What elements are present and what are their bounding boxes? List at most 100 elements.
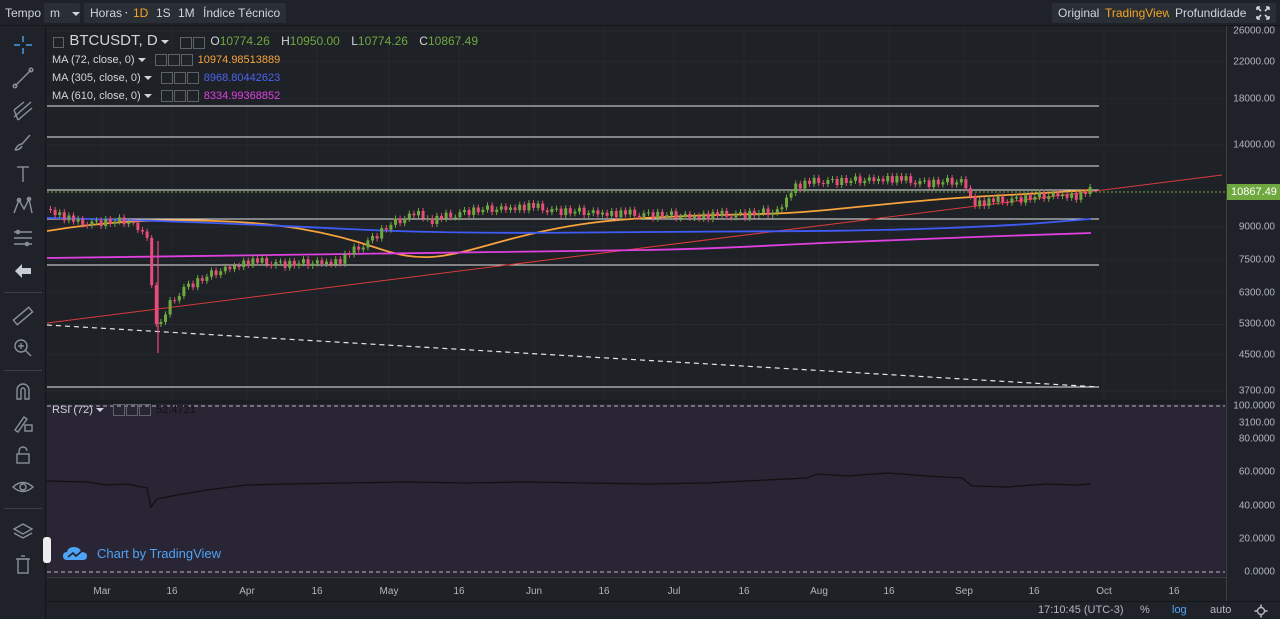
chevron-down-icon [72,11,80,16]
time-label: Tempo [5,6,42,20]
log-toggle[interactable]: log [1172,604,1187,616]
settings-icons[interactable] [180,34,206,50]
ma305-settings-icons[interactable] [160,70,200,86]
interval-select[interactable]: m [44,3,80,23]
candle-body [366,240,370,248]
trendline-icon[interactable] [10,66,36,90]
back-arrow-icon[interactable] [10,259,36,283]
candle-body [118,217,121,222]
price-tick: 3100.00 [1238,417,1275,429]
price-axis[interactable]: 32000.0026000.0022000.0018000.0014000.00… [1226,26,1280,601]
text-icon[interactable] [10,162,36,186]
candle-body [85,224,89,226]
candle-body [826,180,830,184]
pitchfork-icon[interactable] [10,98,36,122]
candle-body [693,215,696,218]
ohlc-high: H10950.00 [281,34,340,48]
candle-body [196,278,200,288]
candle-body [780,207,784,210]
candle-body [840,178,844,185]
eye-icon[interactable] [10,475,36,499]
candle-body [320,260,324,264]
chevron-down-icon[interactable] [160,39,169,44]
indicators-button[interactable]: Índice Técnico [197,3,287,23]
fullscreen-icon[interactable] [1250,3,1276,23]
candle-body [587,213,591,215]
zoom-in-icon[interactable] [10,335,36,359]
candle-body [1056,192,1060,197]
settings-icon[interactable] [1254,604,1268,619]
chart-area[interactable]: BTCUSDT, D O10774.26 H10950.00 L10774.26… [47,26,1273,601]
time-axis[interactable]: Mar 16 Apr 16 May 16 Jun 16 Jul 16 Aug 16 Sep 16 Oct 16 [47,577,1226,601]
time-tick: 16 [311,586,323,597]
candle-body [269,264,273,266]
candle-body [532,203,535,208]
ma610-settings-icons[interactable] [160,88,200,104]
chevron-down-icon[interactable] [137,58,146,63]
candle-body [637,215,641,218]
trash-icon[interactable] [10,552,36,576]
candle-body [564,208,568,216]
candle-body [785,197,788,208]
crosshair-icon[interactable] [10,33,36,57]
ohlc-close: C10867.49 [419,34,479,48]
status-bar: 17:10:45 (UTC-3) % log auto [47,601,1280,619]
candle-body [403,218,407,224]
fib-icon[interactable] [10,226,36,250]
rsi-settings-icons[interactable] [113,402,152,418]
candle-body [131,222,135,224]
time-tick: 16 [1168,586,1180,597]
ruler-icon[interactable] [10,304,36,328]
candle-body [154,285,158,324]
candle-body [223,266,227,272]
candle-body [113,221,117,224]
candle-body [518,204,522,211]
scroll-handle[interactable] [43,537,51,563]
price-tick: 4500.00 [1238,349,1275,361]
time-tick: Apr [239,586,255,597]
auto-toggle[interactable]: auto [1210,604,1231,616]
chevron-down-icon[interactable] [143,76,152,81]
lock-draw-icon[interactable] [10,411,36,435]
candle-body [867,177,871,181]
candle-body [283,261,287,268]
candle-body [389,224,393,230]
symbol-label: BTCUSDT, D [69,32,158,49]
candle-body [849,180,853,183]
ma72-settings-icons[interactable] [154,52,194,68]
rsi-line [47,472,1092,509]
percent-toggle[interactable]: % [1140,604,1150,616]
candle-body [992,198,995,202]
magnet-icon[interactable] [10,379,36,403]
candle-body [440,215,443,219]
candle-body [808,180,811,184]
price-pane[interactable]: BTCUSDT, D O10774.26 H10950.00 L10774.26… [47,26,1225,400]
candle-body [702,213,706,219]
ma72-legend: MA (72, close, 0) 10974.98513889 [52,52,280,68]
chevron-down-icon[interactable] [143,94,152,99]
rsi-legend: RSI (72) 52.4721 [52,402,196,418]
lock-icon[interactable] [10,443,36,467]
candle-body [476,207,480,213]
candle-body [996,196,1000,202]
view-depth-button[interactable]: Profundidade [1169,3,1253,23]
candle-body [463,210,466,213]
candle-body [1010,198,1014,203]
layers-icon[interactable] [10,520,36,544]
rsi-pane[interactable]: RSI (72) 52.4721 [47,404,1225,576]
rsi-tick: 100.0000 [1233,400,1275,412]
collapse-icon[interactable] [53,34,65,50]
candle-body [136,222,140,231]
candle-body [306,259,310,266]
candle-body [311,263,315,266]
chevron-down-icon[interactable] [95,408,104,413]
candle-body [725,210,729,217]
candle-body [900,176,903,181]
candle-body [932,179,936,187]
brush-icon[interactable] [10,130,36,154]
pattern-icon[interactable] [10,194,36,218]
view-tradingview-button[interactable]: TradingView [1099,3,1178,23]
candle-body [210,270,213,277]
view-original-button[interactable]: Original [1052,3,1106,23]
candle-body [775,209,779,213]
